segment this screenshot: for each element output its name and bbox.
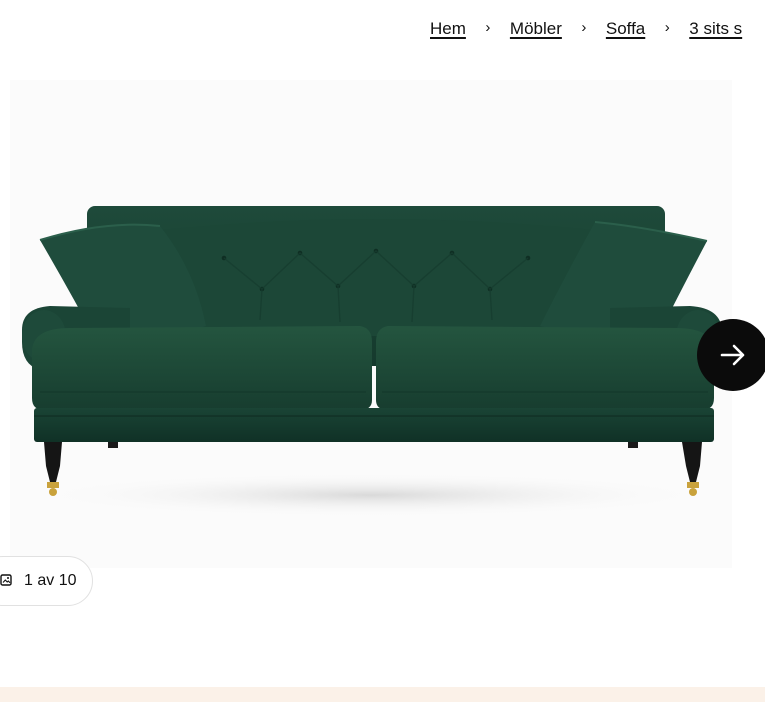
image-counter[interactable]: 1 av 10 xyxy=(0,556,94,606)
breadcrumb: Hem › Möbler › Soffa › 3 sits s xyxy=(430,19,742,39)
chevron-right-icon: › xyxy=(664,18,670,36)
chevron-right-icon: › xyxy=(485,18,491,36)
breadcrumb-link-home[interactable]: Hem xyxy=(430,19,466,39)
product-image xyxy=(22,206,722,517)
arrow-right-icon xyxy=(720,344,745,366)
product-image-gallery[interactable] xyxy=(10,80,732,568)
breadcrumb-link-3-seater[interactable]: 3 sits s xyxy=(689,19,742,39)
image-gallery-icon xyxy=(0,574,12,586)
section-divider-band xyxy=(0,687,765,702)
breadcrumb-link-sofa[interactable]: Soffa xyxy=(606,19,645,39)
chevron-right-icon: › xyxy=(581,18,587,36)
product-page: Hem › Möbler › Soffa › 3 sits s 1 av 10 xyxy=(0,0,765,702)
image-counter-text: 1 av 10 xyxy=(24,572,77,589)
breadcrumb-link-furniture[interactable]: Möbler xyxy=(510,19,562,39)
next-image-button[interactable] xyxy=(697,319,765,391)
